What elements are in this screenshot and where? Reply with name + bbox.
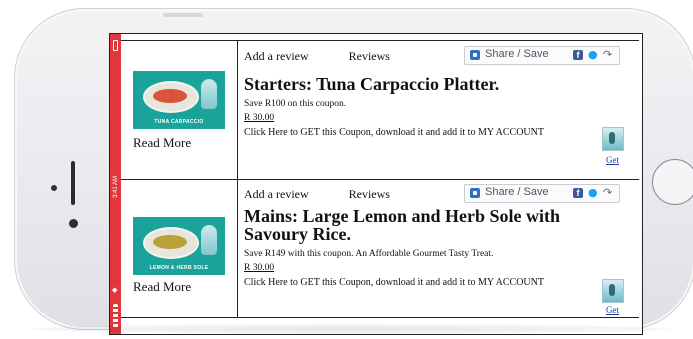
power-button: [163, 13, 203, 17]
status-bar: 3:41 AM ◆: [110, 34, 121, 334]
reviews-link[interactable]: Reviews: [349, 49, 390, 63]
coupon-price: R 30.00: [244, 113, 275, 123]
facebook-icon[interactable]: f: [573, 188, 583, 198]
twitter-icon[interactable]: ●: [588, 186, 598, 199]
battery-icon: [113, 40, 118, 51]
share-save-button[interactable]: Share / Save f ● ↷: [464, 184, 620, 203]
home-button[interactable]: [652, 159, 693, 205]
coupon-image-cell: TUNA CARPACCIO Read More: [121, 41, 238, 179]
dish-plate-image: [143, 227, 199, 259]
coupon-image[interactable]: LEMON & HERB SOLE: [133, 217, 225, 275]
coupon-savings: Save R100 on this coupon.: [244, 99, 347, 109]
facebook-icon[interactable]: f: [573, 50, 583, 60]
get-coupon-icon[interactable]: [602, 279, 624, 303]
coupon-image-label: TUNA CARPACCIO: [154, 119, 204, 125]
share-icon: [470, 188, 480, 198]
coupon-image-label: LEMON & HERB SOLE: [149, 265, 209, 271]
coupon-title: Mains: Large Lemon and Herb Sole with Sa…: [244, 206, 561, 244]
status-time: 3:41 AM: [113, 176, 119, 199]
coupon-savings: Save R149 with this coupon. An Affordabl…: [244, 249, 494, 259]
coupon-title: Starters: Tuna Carpaccio Platter.: [244, 74, 500, 94]
fish-logo-icon: [201, 225, 217, 255]
fish-logo-icon: [201, 79, 217, 109]
coupon-price: R 30.00: [244, 263, 275, 273]
add-review-link[interactable]: Add a review: [244, 49, 309, 63]
phone-shadow: [30, 324, 670, 334]
reviews-link[interactable]: Reviews: [349, 187, 390, 201]
review-links: Add a review Reviews: [244, 49, 430, 64]
review-links: Add a review Reviews: [244, 187, 430, 202]
read-more-link[interactable]: Read More: [133, 135, 191, 151]
coupon-row: TUNA CARPACCIO Read More Add a review Rev…: [121, 40, 639, 180]
coupon-image[interactable]: TUNA CARPACCIO: [133, 71, 225, 129]
phone-frame: 3:41 AM ◆ TUNA CARPACCIO Read More Add a: [14, 8, 693, 335]
get-link[interactable]: Get: [606, 155, 619, 165]
share-save-button[interactable]: Share / Save f ● ↷: [464, 46, 620, 65]
speaker-slot: [71, 161, 75, 205]
dish-plate-image: [143, 81, 199, 113]
phone-screen: 3:41 AM ◆ TUNA CARPACCIO Read More Add a: [109, 33, 643, 335]
twitter-icon[interactable]: ●: [588, 48, 598, 61]
coupon-row: LEMON & HERB SOLE Read More Add a review…: [121, 179, 639, 318]
share-icon: [470, 50, 480, 60]
phone-sensor-dot: [51, 185, 57, 191]
read-more-link[interactable]: Read More: [133, 279, 191, 295]
share-save-label: Share / Save: [485, 48, 549, 60]
front-camera: [69, 219, 78, 228]
coupon-details: Add a review Reviews Share / Save f ● ↷ M…: [238, 179, 639, 317]
get-link[interactable]: Get: [606, 305, 619, 315]
wifi-icon: ◆: [112, 286, 118, 294]
coupon-image-cell: LEMON & HERB SOLE Read More: [121, 179, 238, 317]
coupon-cta-link[interactable]: Click Here to GET this Coupon, download …: [244, 127, 584, 138]
get-coupon-icon[interactable]: [602, 127, 624, 151]
forward-icon[interactable]: ↷: [603, 186, 612, 199]
coupon-cta-link[interactable]: Click Here to GET this Coupon, download …: [244, 277, 584, 288]
share-save-label: Share / Save: [485, 186, 549, 198]
add-review-link[interactable]: Add a review: [244, 187, 309, 201]
forward-icon[interactable]: ↷: [603, 48, 612, 61]
coupon-list: TUNA CARPACCIO Read More Add a review Rev…: [121, 34, 642, 334]
signal-icon: [113, 304, 118, 328]
coupon-details: Add a review Reviews Share / Save f ● ↷ S…: [238, 41, 639, 179]
